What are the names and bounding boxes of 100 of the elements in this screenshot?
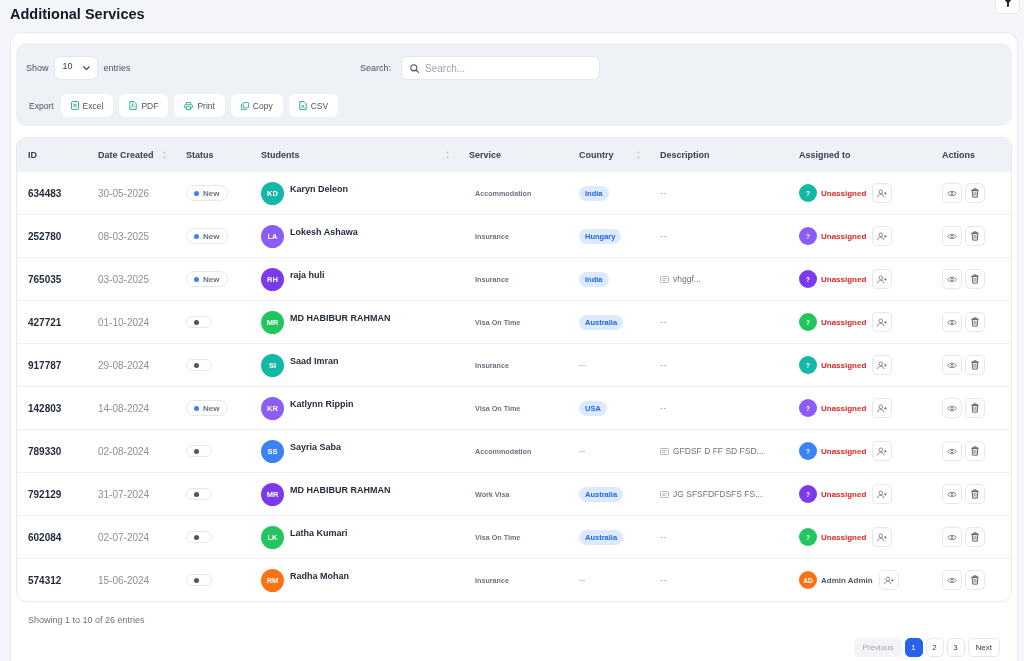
view-button[interactable] [942,183,962,203]
trash-icon [971,532,979,542]
row-id: 765035 [28,273,62,285]
view-button[interactable] [942,355,962,375]
student-name[interactable]: Saad Imran [290,356,339,366]
view-button[interactable] [942,312,962,332]
eye-icon [947,490,957,498]
student-name[interactable]: Radha Mohan [290,571,349,581]
view-button[interactable] [942,398,962,418]
delete-button[interactable] [965,398,985,418]
trash-icon [971,489,979,499]
view-button[interactable] [942,570,962,590]
next-page-button[interactable]: Next [967,638,1000,657]
status-label: New [203,274,220,284]
trash-icon [971,274,979,284]
eye-icon [947,189,957,197]
status-dot-icon [194,190,199,196]
empty-value: -- [660,532,667,542]
status-dot-icon [194,448,199,454]
empty-value: -- [579,446,586,456]
delete-button[interactable] [965,355,985,375]
export-button[interactable]: Copy [230,94,283,117]
page-title: Additional Services [10,6,145,22]
row-id: 142803 [28,402,62,414]
page-button[interactable]: 2 [925,638,944,657]
row-id: 252780 [28,230,62,242]
trash-icon [971,317,979,327]
export-button[interactable]: Print [174,94,225,117]
view-button[interactable] [942,269,962,289]
assign-button[interactable] [878,570,899,590]
column-header: Assigned to [799,149,851,160]
status-label: New [203,231,220,241]
assign-button[interactable] [872,226,893,246]
student-name[interactable]: Sayria Saba [290,442,342,452]
note-icon [660,275,669,283]
user-plus-icon [877,231,888,241]
page-button[interactable]: 1 [904,638,923,657]
delete-button[interactable] [965,312,985,332]
date-created: 02-07-2024 [98,531,150,543]
chevron-down-icon [82,65,90,71]
date-created: 01-10-2024 [98,316,150,328]
status-dot-icon [194,491,199,497]
date-created: 14-08-2024 [98,402,150,414]
empty-value: -- [660,360,667,370]
student-name[interactable]: MD HABIBUR RAHMAN [290,313,391,323]
delete-button[interactable] [965,226,985,246]
trash-icon [971,575,979,585]
student-name[interactable]: Lokesh Ashawa [290,227,358,237]
page-size-select[interactable]: 10 [53,56,98,80]
trash-icon [971,360,979,370]
export-button[interactable]: Excel [60,94,114,117]
view-button[interactable] [942,226,962,246]
row-id: 574312 [28,574,62,586]
row-id: 789330 [28,445,62,457]
student-name[interactable]: Karyn Deleon [290,184,349,194]
export-button[interactable]: PDF [119,94,169,117]
status-dot-icon [194,276,199,282]
column-header: Country [579,149,614,160]
status-dot-icon [194,233,199,239]
assign-button[interactable] [872,527,893,547]
assign-button[interactable] [872,355,893,375]
student-name[interactable]: MD HABIBUR RAHMAN [290,485,391,495]
search-field[interactable]: Search... [401,56,601,80]
delete-button[interactable] [965,183,985,203]
assign-button[interactable] [872,484,893,504]
status-dot-icon [194,362,199,368]
status-label: New [203,403,220,413]
assign-button[interactable] [872,441,893,461]
student-name[interactable]: Latha Kumari [290,528,348,538]
assign-button[interactable] [872,269,893,289]
student-name[interactable]: raja huli [290,270,325,280]
printer-icon [184,101,194,110]
view-button[interactable] [942,484,962,504]
eye-icon [947,447,957,455]
column-header: Service [469,149,502,160]
assignee-name: Unassigned [821,403,867,413]
eye-icon [947,361,957,369]
student-name[interactable]: Katlynn Rippin [290,399,354,409]
user-plus-icon [877,403,888,413]
search-icon [410,63,420,73]
status-label: New [203,188,220,198]
spreadsheet-icon [70,101,79,110]
assign-button[interactable] [872,398,893,418]
view-button[interactable] [942,441,962,461]
assign-button[interactable] [872,183,893,203]
assign-button[interactable] [872,312,893,332]
copy-icon [240,101,249,110]
delete-button[interactable] [965,484,985,504]
export-button[interactable]: CSV [288,94,339,117]
delete-button[interactable] [965,441,985,461]
view-button[interactable] [942,527,962,547]
user-plus-icon [883,575,894,585]
delete-button[interactable] [965,527,985,547]
trash-icon [971,403,979,413]
note-icon [660,447,669,455]
delete-button[interactable] [965,570,985,590]
date-created: 29-08-2024 [98,359,150,371]
delete-button[interactable] [965,269,985,289]
page-button[interactable]: 3 [946,638,965,657]
entries-info: Showing 1 to 10 of 26 entries [28,614,146,627]
